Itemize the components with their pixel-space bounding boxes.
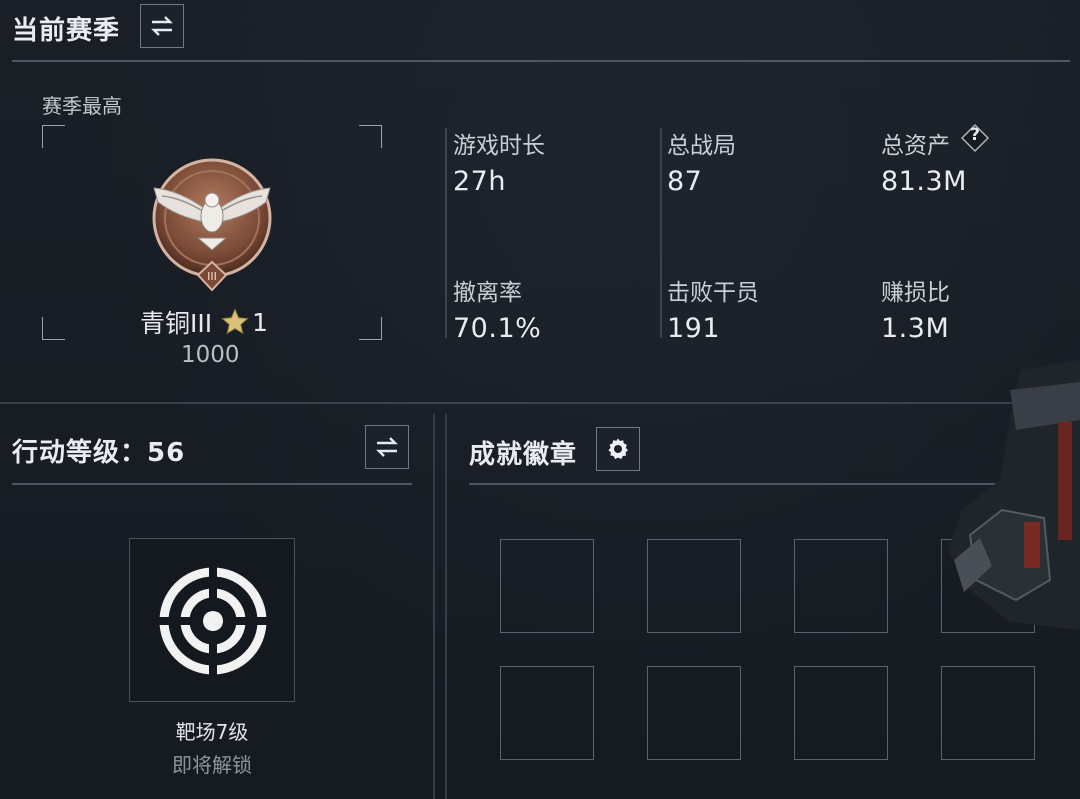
- stat-label-playtime: 游戏时长: [453, 133, 545, 159]
- stat-label-profit-ratio: 赚损比: [881, 280, 950, 306]
- target-icon: [158, 566, 268, 676]
- achievement-slot[interactable]: [794, 539, 888, 633]
- achievement-slot[interactable]: [500, 666, 594, 760]
- action-level-divider: [12, 483, 412, 485]
- svg-text:III: III: [207, 270, 217, 283]
- rank-line: 青铜III 1: [140, 304, 268, 340]
- rank-points: 1000: [181, 342, 240, 368]
- stat-label-extract-rate: 撤离率: [453, 280, 522, 306]
- star-icon: [221, 308, 249, 335]
- stat-divider-1: [445, 128, 447, 338]
- unlock-item-status: 即将解锁: [172, 753, 252, 777]
- achievement-slot[interactable]: [941, 666, 1035, 760]
- stat-value-kills: 191: [667, 313, 721, 344]
- stat-label-assets: 总资产: [881, 133, 950, 159]
- achievements-settings-button[interactable]: [596, 427, 640, 471]
- character-backpack-render: [948, 360, 1080, 630]
- stat-divider-2: [660, 128, 662, 338]
- season-divider: [12, 60, 1070, 62]
- rank-name: 青铜III: [140, 309, 213, 338]
- stat-value-matches: 87: [667, 166, 703, 197]
- achievement-slot[interactable]: [647, 539, 741, 633]
- action-level-swap-button[interactable]: [365, 425, 409, 469]
- season-best-label: 赛季最高: [42, 94, 122, 118]
- panel-top-divider: [0, 402, 1080, 404]
- swap-icon: [151, 16, 173, 36]
- help-icon-glyph: ?: [970, 125, 980, 145]
- help-button[interactable]: ?: [960, 123, 990, 153]
- stat-label-matches: 总战局: [667, 133, 736, 159]
- panel-right-border: [445, 414, 447, 799]
- stat-value-assets: 81.3M: [881, 166, 967, 197]
- achievement-slot[interactable]: [647, 666, 741, 760]
- gear-icon: [608, 438, 628, 459]
- season-title: 当前赛季: [12, 16, 121, 46]
- stat-value-playtime: 27h: [453, 166, 506, 197]
- swap-icon: [376, 437, 398, 457]
- bronze-eagle-badge: III: [152, 158, 272, 292]
- rank-stars: 1: [252, 307, 269, 337]
- unlock-item-card[interactable]: [129, 538, 295, 702]
- stat-value-extract-rate: 70.1%: [453, 313, 542, 344]
- season-swap-button[interactable]: [140, 4, 184, 48]
- action-level-title: 行动等级：56: [12, 438, 186, 468]
- stat-value-profit-ratio: 1.3M: [881, 313, 950, 344]
- achievements-title: 成就徽章: [469, 440, 578, 470]
- panel-left-border: [433, 414, 435, 799]
- unlock-item-name: 靶场7级: [175, 720, 249, 744]
- achievement-slot[interactable]: [794, 666, 888, 760]
- stat-label-kills: 击败干员: [667, 280, 759, 306]
- achievement-slot[interactable]: [500, 539, 594, 633]
